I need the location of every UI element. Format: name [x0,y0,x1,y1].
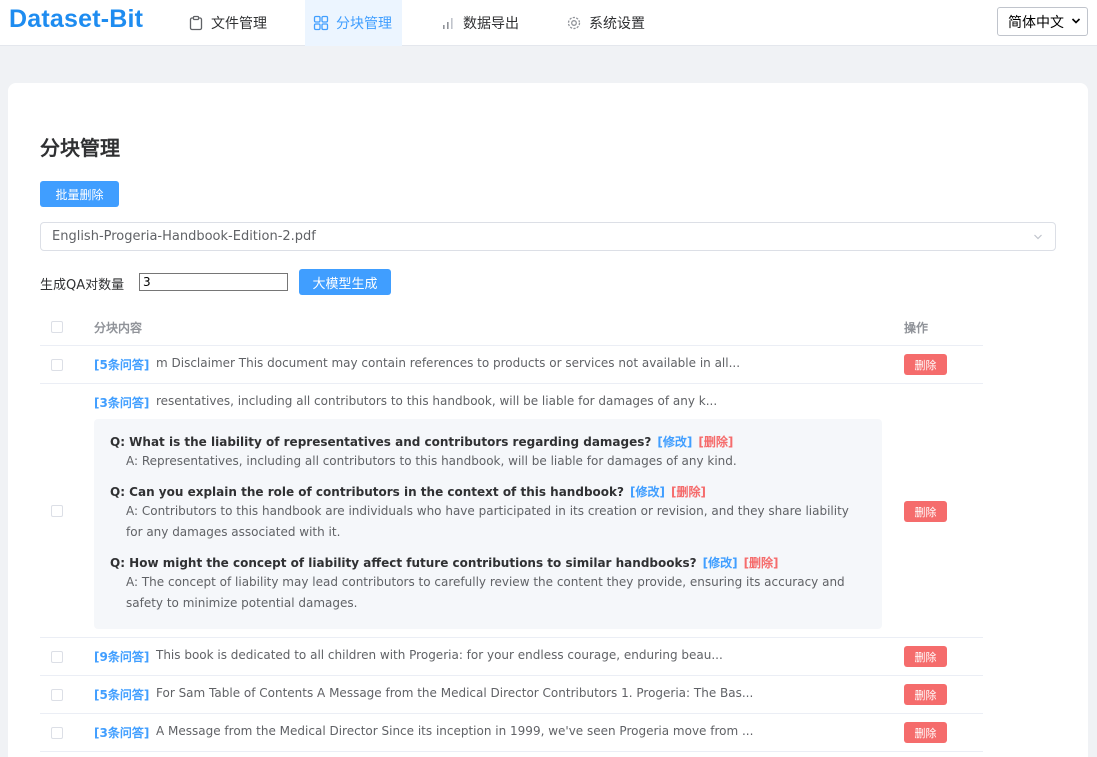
remove-link[interactable]: [删除] [671,485,706,499]
qa-question: Q: Can you explain the role of contribut… [110,483,706,500]
row-checkbox[interactable] [51,689,63,701]
qa-count-link[interactable]: [9条问答] [94,648,149,665]
nav-label: 分块管理 [336,16,392,32]
delete-button[interactable]: 删除 [904,722,947,743]
chevron-down-icon [1071,18,1081,24]
qa-count-input[interactable]: 3 [139,273,288,291]
chunk-text: A Message from the Medical Director Sinc… [156,724,754,738]
app-logo[interactable]: Dataset-Bit [9,5,143,34]
question-text: Q: How might the concept of liability af… [110,556,697,570]
gear-icon [567,16,581,30]
table-row: [3条问答] A Message from the Medical Direct… [40,714,983,752]
row-checkbox[interactable] [51,359,63,371]
delete-button[interactable]: 删除 [904,354,947,375]
file-select-value: English-Progeria-Handbook-Edition-2.pdf [52,229,316,244]
remove-link[interactable]: [删除] [698,435,733,449]
qa-answer: A: Contributors to this handbook are ind… [126,504,849,539]
qa-count-label: 生成QA对数量 [40,278,125,293]
top-nav-bar: Dataset-Bit 文件管理 分块管理 数据导出 系统设置 简体中文 [0,0,1097,46]
nav-item-file-management[interactable]: 文件管理 [180,0,275,46]
qa-count-link[interactable]: [3条问答] [94,724,149,741]
qa-panel: Q: What is the liability of representati… [94,419,882,629]
table-row: [5条问答] For Sam Table of Contents A Messa… [40,676,983,714]
header-content: 分块内容 [94,321,143,335]
nav-item-chunk-management[interactable]: 分块管理 [305,0,402,46]
batch-delete-button[interactable]: 批量删除 [40,181,119,207]
table-row: [5条问答] m Disclaimer This document may co… [40,346,983,384]
row-checkbox[interactable] [51,505,63,517]
qa-count-link[interactable]: [3条问答] [94,394,149,411]
edit-link[interactable]: [修改] [657,435,692,449]
qa-count-link[interactable]: [5条问答] [94,356,149,373]
qa-answer: A: Representatives, including all contri… [126,454,737,468]
page-title: 分块管理 [40,136,120,160]
file-select[interactable]: English-Progeria-Handbook-Edition-2.pdf [40,222,1056,251]
chunk-text: resentatives, including all contributors… [156,394,718,408]
edit-link[interactable]: [修改] [703,556,738,570]
nav-item-data-export[interactable]: 数据导出 [432,0,527,46]
nav-item-system-settings[interactable]: 系统设置 [558,0,653,46]
chunk-text: m Disclaimer This document may contain r… [156,356,741,370]
table-header: 分块内容 操作 [40,309,983,346]
qa-count-link[interactable]: [5条问答] [94,686,149,703]
delete-button[interactable]: 删除 [904,646,947,667]
table-row-expanded: [3条问答] resentatives, including all contr… [40,384,983,638]
remove-link[interactable]: [删除] [744,556,779,570]
nav-label: 数据导出 [463,16,519,32]
nav-label: 文件管理 [211,16,267,32]
row-checkbox[interactable] [51,651,63,663]
bar-chart-icon [443,18,453,29]
chunk-text: For Sam Table of Contents A Message from… [156,686,754,700]
table-row: [9条问答] This book is dedicated to all chi… [40,638,983,676]
main-card: 分块管理 批量删除 English-Progeria-Handbook-Edit… [8,83,1088,757]
grid-icon [313,15,329,31]
nav-label: 系统设置 [589,16,645,32]
language-value: 简体中文 [1008,14,1064,31]
clipboard-icon [189,15,203,31]
chunk-table: 分块内容 操作 [5条问答] m Disclaimer This documen… [40,309,983,752]
qa-answer: A: The concept of liability may lead con… [126,575,845,610]
generate-button[interactable]: 大模型生成 [299,269,391,295]
chevron-down-icon [1034,234,1042,240]
question-text: Q: What is the liability of representati… [110,435,652,449]
edit-link[interactable]: [修改] [630,485,665,499]
header-action: 操作 [904,321,929,335]
qa-question: Q: What is the liability of representati… [110,433,733,450]
delete-button[interactable]: 删除 [904,501,947,522]
chunk-text: This book is dedicated to all children w… [156,648,723,662]
language-select[interactable]: 简体中文 [997,7,1088,36]
delete-button[interactable]: 删除 [904,684,947,705]
question-text: Q: Can you explain the role of contribut… [110,485,624,499]
select-all-checkbox[interactable] [51,321,63,333]
row-checkbox[interactable] [51,727,63,739]
qa-question: Q: How might the concept of liability af… [110,554,779,571]
